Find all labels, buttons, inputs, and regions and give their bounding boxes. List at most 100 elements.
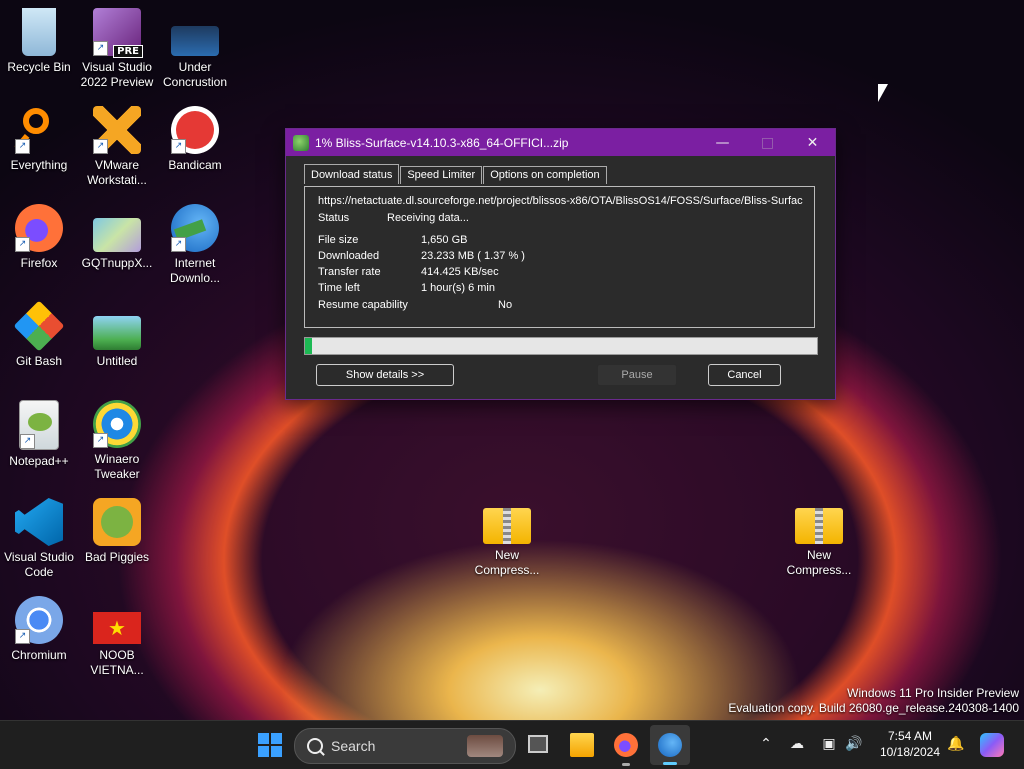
- status-value: Receiving data...: [387, 212, 469, 224]
- image-thumbnail-icon: [171, 26, 219, 56]
- search-placeholder: Search: [331, 738, 376, 754]
- tab-speed-limiter[interactable]: Speed Limiter: [400, 166, 483, 184]
- desktop-icon-chromium[interactable]: ↗ Chromium: [0, 596, 78, 663]
- desktop-icon-internet-download-manager[interactable]: ↗ Internet Downlo...: [156, 204, 234, 286]
- field-row-file-size: File size 1,650 GB: [318, 234, 467, 246]
- desktop-icon-label: GQTnuppX...: [81, 256, 153, 270]
- file-explorer-icon[interactable]: [570, 733, 594, 757]
- firefox-icon: ↗: [15, 204, 63, 252]
- desktop-icon-bad-piggies[interactable]: Bad Piggies: [78, 498, 156, 565]
- desktop-icon-label: Under Concrustion: [162, 60, 228, 89]
- tab-download-status[interactable]: Download status: [304, 164, 400, 184]
- status-label: Status: [318, 212, 350, 224]
- desktop-icon-bandicam[interactable]: ↗ Bandicam: [156, 106, 234, 173]
- vmware-icon: ↗: [93, 106, 141, 154]
- desktop-icon-untitled[interactable]: Untitled: [78, 302, 156, 369]
- bad-piggies-icon: [93, 498, 141, 546]
- desktop-icon-vmware[interactable]: ↗ VMware Workstati...: [78, 106, 156, 188]
- desktop-icon-notepadpp[interactable]: ↗ Notepad++: [0, 400, 78, 469]
- dialog-titlebar[interactable]: 1% Bliss-Surface-v14.10.3-x86_64-OFFICI.…: [286, 129, 835, 156]
- desktop-icon-firefox[interactable]: ↗ Firefox: [0, 204, 78, 271]
- download-dialog: 1% Bliss-Surface-v14.10.3-x86_64-OFFICI.…: [285, 128, 836, 400]
- firefox-running-indicator: [622, 763, 630, 766]
- idm-app-icon: [293, 134, 309, 151]
- shortcut-arrow-icon: ↗: [15, 139, 30, 154]
- taskbar: Search ⌃ ☁ ▣ 🔊 7:54 AM 10/18/2024 🔔: [0, 720, 1024, 769]
- desktop-icon-noob-vietna[interactable]: ★ NOOB VIETNA...: [78, 596, 156, 678]
- desktop-icon-git-bash[interactable]: Git Bash: [0, 300, 78, 369]
- desktop-icon-new-compressed-1[interactable]: New Compress...: [468, 498, 546, 578]
- zip-folder-icon: [483, 508, 531, 544]
- desktop-icon-label: Winaero Tweaker: [94, 452, 140, 481]
- tab-options-on-completion[interactable]: Options on completion: [483, 166, 607, 184]
- field-label: Transfer rate: [318, 266, 381, 278]
- shortcut-arrow-icon: ↗: [15, 629, 30, 644]
- desktop-icon-label: NOOB VIETNA...: [90, 648, 144, 677]
- vscode-icon: [15, 498, 63, 546]
- desktop-icon-vscode[interactable]: Visual Studio Code: [0, 498, 78, 580]
- desktop-icon-label: Bad Piggies: [84, 550, 150, 564]
- field-value: 1,650 GB: [421, 234, 468, 246]
- idm-taskbar-button[interactable]: [650, 725, 690, 765]
- field-row-resume-capability: Resume capability No: [318, 299, 512, 311]
- firefox-taskbar-icon[interactable]: [614, 733, 638, 757]
- onedrive-cloud-icon[interactable]: ☁: [788, 735, 806, 753]
- mouse-cursor-icon: [878, 84, 888, 102]
- desktop-icon-new-compressed-2[interactable]: New Compress...: [780, 498, 858, 578]
- start-windows-icon[interactable]: [258, 733, 282, 757]
- desktop-icon-everything[interactable]: ↗ Everything: [0, 106, 78, 173]
- minimize-button[interactable]: —: [700, 129, 745, 156]
- desktop-icon-label: Recycle Bin: [7, 60, 71, 74]
- desktop-icon-label: Chromium: [11, 648, 67, 662]
- visual-studio-icon: PRE ↗: [93, 8, 143, 58]
- desktop-icon-label: Notepad++: [9, 454, 69, 468]
- desktop-icon-winaero-tweaker[interactable]: ↗ Winaero Tweaker: [78, 400, 156, 482]
- desktop-icon-label: Firefox: [20, 256, 58, 270]
- clock-date: 10/18/2024: [879, 745, 941, 759]
- field-row-transfer-rate: Transfer rate 414.425 KB/sec: [318, 266, 499, 278]
- field-label: Resume capability: [318, 299, 408, 311]
- shortcut-arrow-icon: ↗: [93, 433, 108, 448]
- desktop-icon-gqtnuppx[interactable]: GQTnuppX...: [78, 204, 156, 271]
- shortcut-arrow-icon: ↗: [93, 41, 108, 56]
- search-icon: [307, 738, 323, 754]
- taskbar-clock[interactable]: 7:54 AM 10/18/2024: [872, 728, 948, 760]
- vietnam-flag-icon: ★: [93, 612, 141, 644]
- record-icon: ↗: [171, 106, 219, 154]
- pause-button[interactable]: Pause: [597, 364, 677, 386]
- desktop-icon-label: Internet Downlo...: [169, 256, 221, 285]
- task-view-icon[interactable]: [528, 735, 548, 753]
- field-value: 1 hour(s) 6 min: [421, 282, 495, 294]
- idm-running-indicator: [663, 762, 677, 765]
- taskbar-search-box[interactable]: Search: [294, 728, 516, 764]
- desktop-icon-label: New Compress...: [786, 548, 852, 577]
- volume-icon[interactable]: 🔊: [845, 735, 863, 753]
- chromium-icon: ↗: [15, 596, 63, 644]
- field-value: No: [498, 299, 513, 311]
- close-button[interactable]: ✕: [790, 129, 835, 156]
- notification-bell-icon[interactable]: 🔔: [947, 735, 965, 753]
- download-status-panel: https://netactuate.dl.sourceforge.net/pr…: [304, 186, 815, 328]
- desktop-icon-label: New Compress...: [474, 548, 540, 577]
- desktop-icon-label: Visual Studio 2022 Preview: [80, 60, 154, 89]
- desktop-icon-label: Git Bash: [15, 354, 63, 368]
- watermark-line-1: Windows 11 Pro Insider Preview: [847, 686, 1019, 700]
- cancel-button[interactable]: Cancel: [708, 364, 781, 386]
- shortcut-arrow-icon: ↗: [15, 237, 30, 252]
- shortcut-arrow-icon: ↗: [171, 139, 186, 154]
- git-icon: [13, 300, 65, 352]
- copilot-icon[interactable]: [980, 733, 1004, 757]
- show-hidden-icons-chevron-icon[interactable]: ⌃: [757, 735, 775, 753]
- desktop-icon-label: VMware Workstati...: [87, 158, 147, 187]
- download-progress-bar: [304, 337, 818, 355]
- show-details-button[interactable]: Show details >>: [316, 364, 454, 386]
- desktop-icon-label: Everything: [10, 158, 68, 172]
- desktop-icon-recycle-bin[interactable]: Recycle Bin: [0, 8, 78, 75]
- desktop-icon-under-concrustion[interactable]: Under Concrustion: [156, 8, 234, 90]
- status-row: Status Receiving data...: [318, 212, 469, 224]
- download-url: https://netactuate.dl.sourceforge.net/pr…: [318, 195, 803, 207]
- maximize-button: □: [760, 134, 775, 151]
- shortcut-arrow-icon: ↗: [171, 237, 186, 252]
- network-icon[interactable]: ▣: [820, 735, 838, 753]
- desktop-icon-visual-studio-2022[interactable]: PRE ↗ Visual Studio 2022 Preview: [78, 8, 156, 90]
